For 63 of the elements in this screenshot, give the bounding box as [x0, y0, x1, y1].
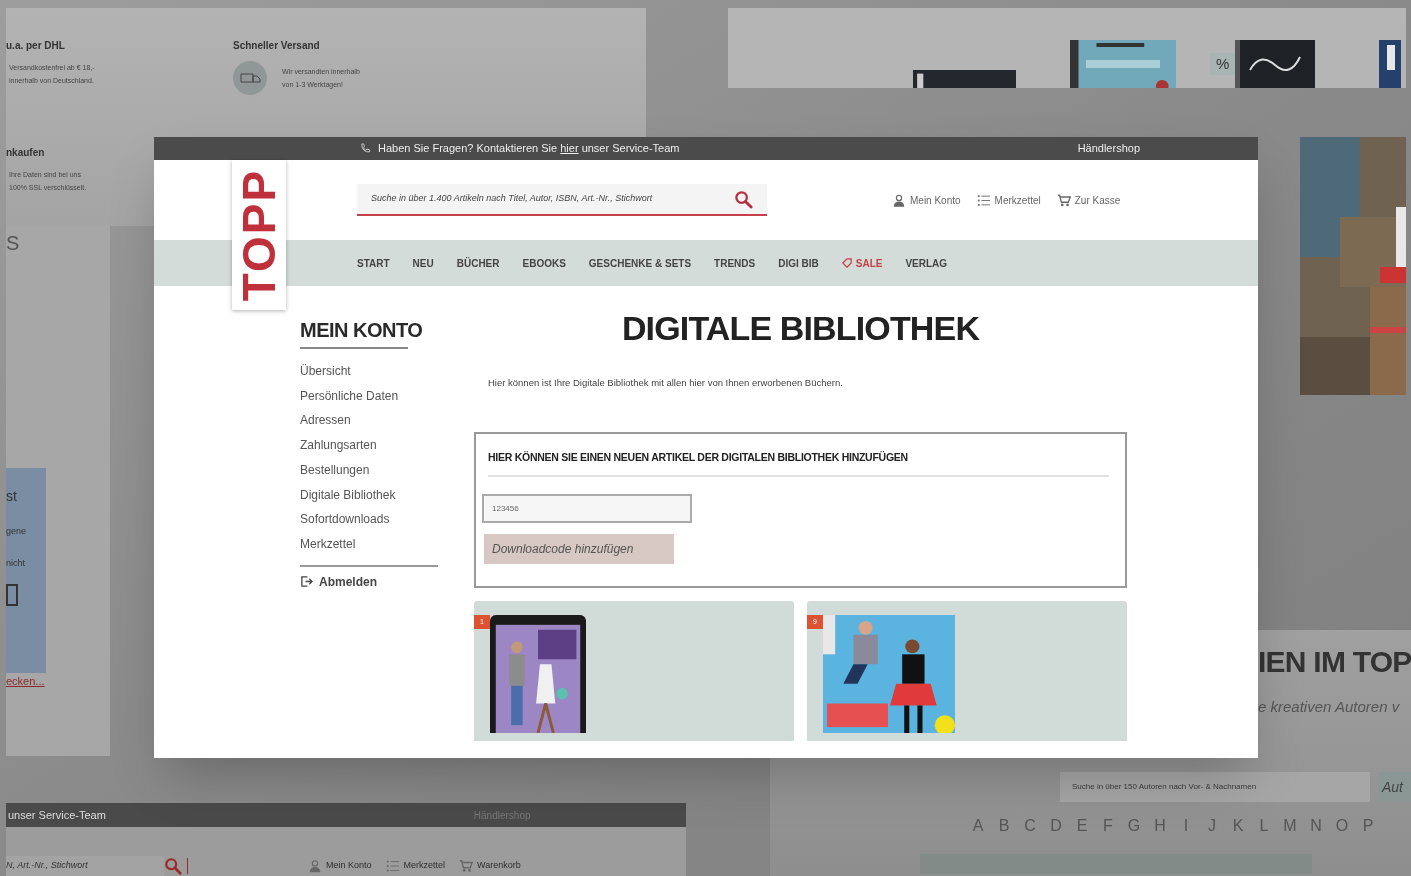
nav-item[interactable]: SALE	[841, 255, 883, 271]
author-search-button[interactable]: Aut	[1378, 772, 1411, 802]
feature-title: nkaufen	[6, 146, 46, 160]
nav-item[interactable]: DIGI BIB	[778, 255, 819, 271]
header-link[interactable]: Zur Kasse	[1074, 192, 1121, 208]
author-search-field[interactable]: Suche in über 150 Autoren nach Vor- & Nachnamen	[1060, 772, 1370, 802]
sidebar-title: MEIN KONTO	[300, 318, 424, 342]
person-icon	[308, 859, 322, 873]
promo-text: nicht	[6, 556, 26, 570]
nav-item[interactable]: TRENDS	[714, 255, 756, 271]
nav-item[interactable]: START	[357, 255, 390, 271]
dealer-link[interactable]: Händlershop	[1077, 140, 1140, 157]
page-title: DIGITALE BIBLIOTHEK	[620, 308, 981, 348]
van-icon	[233, 61, 267, 95]
nav-item[interactable]: BÜCHER	[456, 255, 500, 271]
feature-title: Schneller Versand	[233, 39, 321, 53]
person-icon	[892, 192, 906, 208]
list-icon	[976, 192, 991, 208]
sidebar-item[interactable]: Digitale Bibliothek	[300, 482, 438, 508]
logout-icon	[300, 575, 313, 589]
logout-link[interactable]: Abmelden	[300, 572, 438, 591]
panel-title: HIER KÖNNEN SIE EINEN NEUEN ARTIKEL DER DIGITALEN BIBLIOTHEK HINZUFÜGEN	[488, 450, 909, 466]
nav-item[interactable]: NEU	[412, 255, 434, 271]
header-link[interactable]: Merkzettel	[403, 859, 446, 873]
search-icon[interactable]	[164, 857, 182, 875]
sidebar-item[interactable]: Bestellungen	[300, 457, 438, 483]
sidebar-item[interactable]: Adressen	[300, 408, 438, 434]
code-input[interactable]: 123456	[482, 494, 692, 523]
sidebar-item[interactable]: Zahlungsarten	[300, 433, 438, 458]
cart-icon	[459, 859, 474, 873]
contact-link[interactable]: hier	[560, 142, 579, 155]
tag-icon	[841, 258, 852, 268]
service-text: unser Service-Team	[8, 807, 106, 823]
cart-icon	[1056, 192, 1071, 208]
promo-button-fragment	[6, 584, 18, 606]
nav-item[interactable]: EBOOKS	[522, 255, 566, 271]
sidebar-item[interactable]: Übersicht	[300, 359, 438, 384]
nav-item[interactable]: VERLAG	[905, 255, 948, 271]
header-link[interactable]: Warenkorb	[477, 859, 521, 873]
sidebar-item[interactable]: Merkzettel	[300, 531, 438, 557]
discover-link[interactable]: ecken...	[6, 673, 110, 690]
logo[interactable]: TOPP	[232, 160, 286, 310]
search-field[interactable]: N, Art.-Nr., Stichwort	[6, 856, 164, 876]
promo-text: gene	[6, 525, 28, 538]
search-icon[interactable]	[734, 189, 753, 209]
promo-text: st	[6, 487, 18, 506]
contact-text: Haben Sie Fragen? Kontaktieren Sie hier unser Service-Team	[378, 141, 680, 157]
nav-item[interactable]: GESCHENKE & SETS	[588, 255, 692, 271]
header-link[interactable]: Mein Konto	[910, 192, 961, 208]
sidebar-item[interactable]: Sofortdownloads	[300, 507, 438, 532]
header-link[interactable]: Merkzettel	[994, 192, 1041, 208]
discount-tag: %	[1210, 53, 1236, 75]
section-heading: S	[6, 231, 21, 256]
list-icon	[385, 859, 400, 873]
header-link[interactable]: Mein Konto	[326, 859, 372, 873]
section-subtitle: e kreativen Autoren v	[1258, 697, 1401, 717]
intro-text: Hier können ist Ihre Digitale Bibliothek mit allen hier von Ihnen erworbenen Büchern.	[488, 376, 844, 390]
add-code-button[interactable]: Downloadcode hinzufügen	[484, 534, 674, 564]
sidebar-item[interactable]: Persönliche Daten	[300, 383, 438, 409]
phone-icon	[360, 143, 371, 154]
feature-title: u.a. per DHL	[6, 39, 66, 53]
search-field[interactable]: Suche in über 1.400 Artikeln nach Titel, Autor, ISBN, Art.-Nr., Stichwort	[357, 184, 767, 216]
section-heading: IEN IM TOP	[1258, 644, 1411, 680]
